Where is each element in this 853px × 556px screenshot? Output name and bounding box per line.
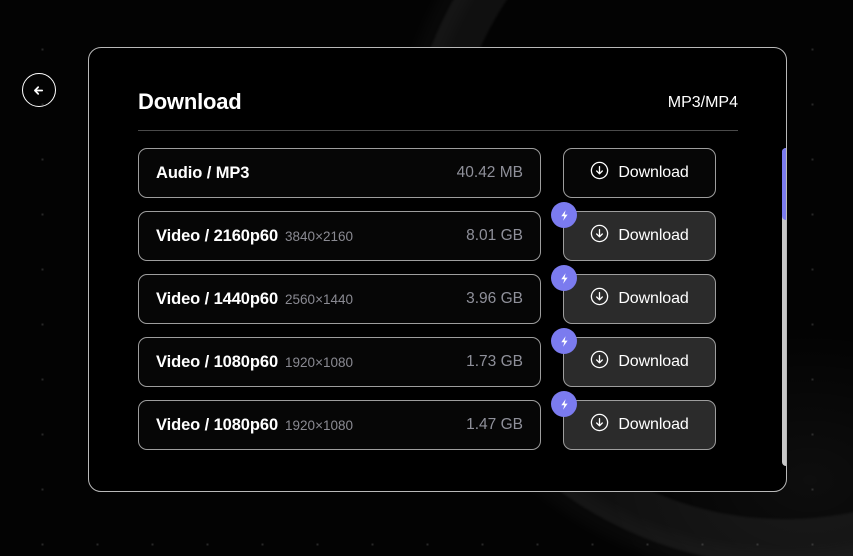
format-label: Video / 1080p60	[156, 415, 279, 434]
format-kind-label: MP3/MP4	[667, 94, 738, 111]
lightning-bolt-icon[interactable]	[551, 391, 577, 417]
download-button-label: Download	[618, 164, 689, 181]
lightning-bolt-icon[interactable]	[551, 328, 577, 354]
list-item: Video / 1440p60 2560×1440 3.96 GB Downlo…	[138, 265, 786, 324]
format-option-4[interactable]: Video / 1080p60 1920×1080 1.47 GB	[138, 400, 541, 450]
resolution-label: 1920×1080	[285, 354, 353, 370]
download-circle-icon	[590, 287, 609, 311]
download-button-wrap-1: Download	[551, 202, 716, 261]
download-button-label: Download	[618, 227, 689, 244]
dialog-header: Download MP3/MP4	[138, 91, 738, 113]
list-item: Video / 1080p60 1920×1080 1.73 GB Downlo…	[138, 328, 786, 387]
list-item: Video / 1080p60 1920×1080 1.47 GB Downlo…	[138, 391, 786, 450]
download-button-0[interactable]: Download	[563, 148, 716, 198]
download-options-list: Audio / MP3 40.42 MB Download Video / 21…	[138, 148, 786, 474]
resolution-label: 1920×1080	[285, 417, 353, 433]
file-size-label: 1.47 GB	[466, 416, 523, 433]
download-button-wrap-3: Download	[551, 328, 716, 387]
download-button-wrap-0: Download	[563, 148, 716, 198]
format-label: Video / 2160p60	[156, 226, 279, 245]
file-size-label: 40.42 MB	[456, 164, 523, 181]
resolution-label: 2560×1440	[285, 291, 353, 307]
download-button-1[interactable]: Download	[563, 211, 716, 261]
download-circle-icon	[590, 224, 609, 248]
file-size-label: 1.73 GB	[466, 353, 523, 370]
format-label: Audio / MP3	[156, 163, 250, 182]
format-option-0[interactable]: Audio / MP3 40.42 MB	[138, 148, 541, 198]
scrollbar-thumb[interactable]	[782, 148, 786, 220]
format-option-2[interactable]: Video / 1440p60 2560×1440 3.96 GB	[138, 274, 541, 324]
download-button-label: Download	[618, 353, 689, 370]
file-size-label: 8.01 GB	[466, 227, 523, 244]
header-divider	[138, 130, 738, 131]
page-title: Download	[138, 89, 242, 114]
resolution-label: 3840×2160	[285, 228, 353, 244]
lightning-bolt-icon[interactable]	[551, 202, 577, 228]
arrow-left-circle-icon	[31, 82, 48, 99]
file-size-label: 3.96 GB	[466, 290, 523, 307]
format-label: Video / 1440p60	[156, 289, 279, 308]
download-dialog: Download MP3/MP4 Audio / MP3 40.42 MB Do…	[88, 47, 787, 492]
scrollbar-track[interactable]	[782, 148, 786, 466]
download-button-wrap-2: Download	[551, 265, 716, 324]
download-circle-icon	[590, 161, 609, 185]
format-label: Video / 1080p60	[156, 352, 279, 371]
app-root: Download MP3/MP4 Audio / MP3 40.42 MB Do…	[0, 0, 853, 556]
download-button-wrap-4: Download	[551, 391, 716, 450]
list-item: Video / 2160p60 3840×2160 8.01 GB Downlo…	[138, 202, 786, 261]
download-circle-icon	[590, 413, 609, 437]
format-option-1[interactable]: Video / 2160p60 3840×2160 8.01 GB	[138, 211, 541, 261]
download-button-4[interactable]: Download	[563, 400, 716, 450]
dialog-content: Download MP3/MP4 Audio / MP3 40.42 MB Do…	[138, 48, 786, 491]
format-option-3[interactable]: Video / 1080p60 1920×1080 1.73 GB	[138, 337, 541, 387]
lightning-bolt-icon[interactable]	[551, 265, 577, 291]
download-button-label: Download	[618, 416, 689, 433]
download-circle-icon	[590, 350, 609, 374]
download-button-3[interactable]: Download	[563, 337, 716, 387]
download-button-2[interactable]: Download	[563, 274, 716, 324]
list-item: Audio / MP3 40.42 MB Download	[138, 148, 786, 198]
download-button-label: Download	[618, 290, 689, 307]
back-button[interactable]	[22, 73, 56, 107]
